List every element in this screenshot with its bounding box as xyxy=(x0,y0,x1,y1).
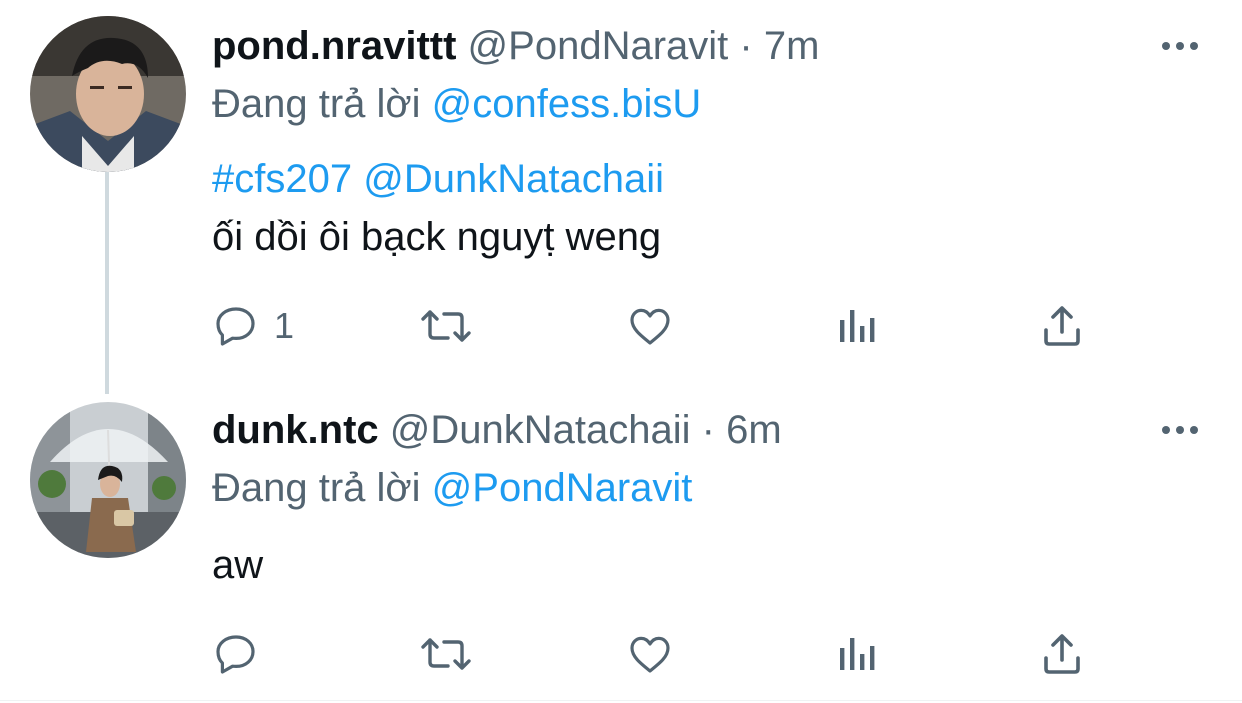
share-icon xyxy=(1044,634,1080,674)
replying-to-line: Đang trả lời @confess.bisU xyxy=(212,80,701,128)
mention-link[interactable]: @DunkNatachaii xyxy=(363,157,664,201)
tweet-text: #cfs207 @DunkNatachaii xyxy=(212,150,664,208)
analytics-button[interactable] xyxy=(834,626,878,682)
display-name[interactable]: pond.nravittt xyxy=(212,24,456,68)
retweet-icon xyxy=(421,638,471,670)
tweet-header: pond.nravittt @PondNaravit · 7m xyxy=(212,22,819,70)
user-handle[interactable]: @DunkNatachaii xyxy=(390,408,691,452)
replying-to-mention[interactable]: @confess.bisU xyxy=(432,82,702,126)
display-name[interactable]: dunk.ntc xyxy=(212,408,379,452)
share-icon xyxy=(1044,306,1080,346)
bottom-divider xyxy=(0,700,1242,701)
reply-button[interactable] xyxy=(212,626,274,682)
analytics-icon xyxy=(840,310,875,342)
more-icon xyxy=(1162,426,1198,434)
analytics-icon xyxy=(840,638,875,670)
tweet-header: dunk.ntc @DunkNatachaii · 6m xyxy=(212,406,782,454)
tweet-actions xyxy=(212,626,1112,682)
timestamp[interactable]: 7m xyxy=(764,24,820,68)
tweet-actions: 1 xyxy=(212,298,1112,354)
share-button[interactable] xyxy=(1038,298,1086,354)
like-button[interactable] xyxy=(626,626,688,682)
like-icon xyxy=(630,308,670,345)
reply-icon xyxy=(216,307,255,346)
analytics-button[interactable] xyxy=(834,298,878,354)
tweet-2[interactable]: dunk.ntc @DunkNatachaii · 6m Đang trả lờ… xyxy=(0,390,1242,700)
reply-count: 1 xyxy=(274,305,295,346)
avatar[interactable] xyxy=(30,16,186,172)
separator-dot: · xyxy=(701,408,715,452)
avatar[interactable] xyxy=(30,402,186,558)
replying-to-line: Đang trả lời @PondNaravit xyxy=(212,464,692,512)
hashtag-link[interactable]: #cfs207 xyxy=(212,157,352,201)
more-options-button[interactable] xyxy=(1158,420,1202,440)
replying-to-label: Đang trả lời xyxy=(212,82,421,126)
like-button[interactable] xyxy=(626,298,688,354)
tweet-1[interactable]: pond.nravittt @PondNaravit · 7m Đang trả… xyxy=(0,0,1242,390)
retweet-button[interactable] xyxy=(418,298,488,354)
tweet-body: aw xyxy=(212,543,264,587)
retweet-icon xyxy=(421,310,471,342)
user-handle[interactable]: @PondNaravit xyxy=(468,24,729,68)
tweet-body: ối dồi ôi bạck nguyṭ weng xyxy=(212,215,662,259)
replying-to-mention[interactable]: @PondNaravit xyxy=(432,466,693,510)
timestamp[interactable]: 6m xyxy=(726,408,782,452)
more-options-button[interactable] xyxy=(1158,36,1202,56)
share-button[interactable] xyxy=(1038,626,1086,682)
reply-icon xyxy=(216,635,255,674)
retweet-button[interactable] xyxy=(418,626,488,682)
separator-dot: · xyxy=(739,24,753,68)
replying-to-label: Đang trả lời xyxy=(212,466,421,510)
like-icon xyxy=(630,636,670,673)
more-icon xyxy=(1162,42,1198,50)
reply-button[interactable]: 1 xyxy=(212,298,294,354)
